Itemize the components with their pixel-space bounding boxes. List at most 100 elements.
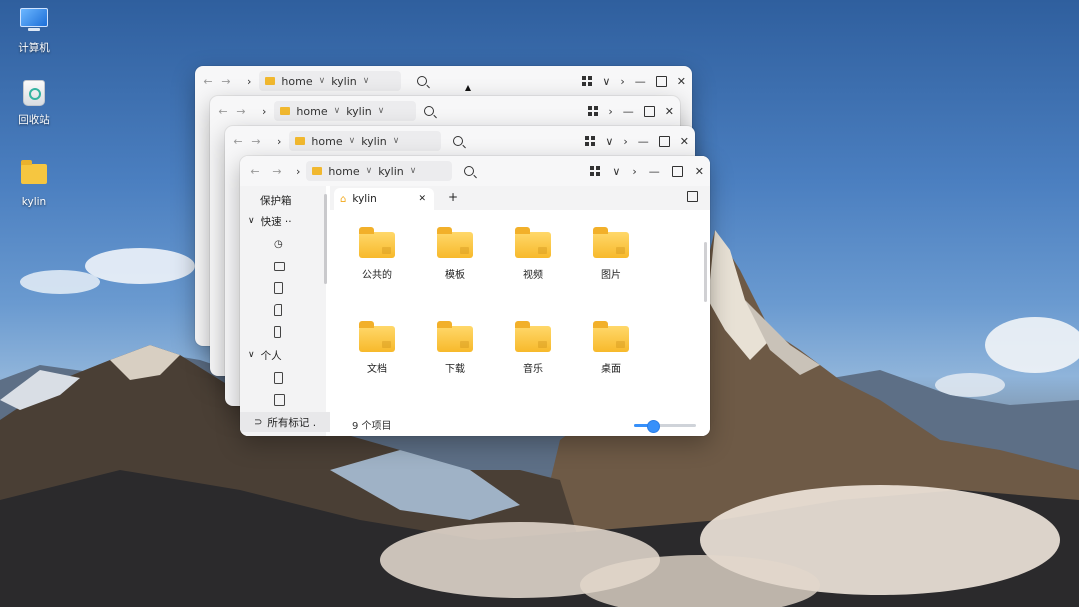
folder-icon [593, 227, 629, 258]
more-icon[interactable]: › [623, 135, 627, 148]
folder-icon [280, 107, 291, 115]
new-tab-button[interactable]: + [448, 190, 458, 204]
chevron-right-icon: › [262, 104, 267, 118]
trash-icon [274, 282, 283, 294]
monitor-icon [274, 261, 285, 271]
main-scrollbar[interactable] [704, 242, 707, 302]
maximize-icon[interactable] [643, 105, 655, 117]
folder-pictures[interactable]: 图片 [581, 227, 641, 281]
folder-label: 图片 [601, 270, 621, 281]
back-arrow-icon[interactable]: ← [229, 135, 247, 148]
breadcrumb-home[interactable]: home [311, 135, 342, 148]
close-tab-icon[interactable]: ✕ [418, 194, 426, 204]
maximize-icon[interactable] [658, 135, 670, 147]
folder-downloads[interactable]: 下载 [425, 321, 485, 375]
breadcrumb[interactable]: home ∨ kylin ∨ [289, 131, 442, 151]
close-icon[interactable]: ✕ [680, 135, 689, 148]
search-icon[interactable] [464, 166, 475, 176]
maximize-icon[interactable] [655, 75, 667, 87]
minimize-icon[interactable]: — [649, 165, 660, 178]
desktop-icon-computer[interactable]: 计算机 [4, 6, 64, 55]
grid-view-icon[interactable] [585, 136, 596, 146]
more-icon[interactable]: › [632, 165, 636, 178]
maximize-icon[interactable] [671, 165, 683, 177]
trash-icon [19, 80, 49, 108]
sidebar-item-label: 快速 ·· [260, 215, 292, 228]
folder-documents[interactable]: 文档 [347, 321, 407, 375]
sidebar-scrollbar[interactable] [324, 194, 327, 284]
minimize-icon[interactable]: — [638, 135, 649, 148]
folder-icon [359, 321, 395, 352]
chevron-down-icon[interactable]: ∨ [602, 75, 610, 88]
folder-videos[interactable]: 视频 [503, 227, 563, 281]
chevron-down-icon[interactable]: ∨ [248, 216, 255, 226]
more-icon[interactable]: › [620, 75, 624, 88]
folder-music[interactable]: 音乐 [503, 321, 563, 375]
chevron-down-icon[interactable]: ∨ [612, 165, 620, 178]
clock-icon: ◷ [274, 238, 283, 250]
breadcrumb-current[interactable]: kylin [346, 105, 372, 118]
forward-arrow-icon[interactable]: → [268, 165, 286, 178]
back-arrow-icon[interactable]: ← [199, 75, 217, 88]
more-icon[interactable]: › [608, 105, 612, 118]
desktop-icon-trash[interactable]: 回收站 [4, 80, 64, 127]
chevron-down-icon[interactable]: ∨ [410, 166, 417, 176]
chevron-down-icon[interactable]: ∨ [605, 135, 613, 148]
sidebar-group-personal[interactable]: ∨ 个人 [240, 345, 334, 365]
breadcrumb[interactable]: home ∨ kylin ∨ [306, 161, 453, 181]
back-arrow-icon[interactable]: ← [214, 105, 232, 118]
desktop-icon-home-folder[interactable]: kylin [4, 160, 64, 208]
folder-public[interactable]: 公共的 [347, 227, 407, 281]
grid-view-icon[interactable] [590, 166, 601, 176]
close-icon[interactable]: ✕ [665, 105, 674, 118]
folder-icon [515, 227, 551, 258]
zoom-slider[interactable] [634, 420, 696, 433]
forward-arrow-icon[interactable]: → [217, 75, 235, 88]
chevron-right-icon[interactable]: › [296, 165, 300, 178]
folder-icon [515, 321, 551, 352]
sidebar-item-all-tags[interactable]: ⊃ 所有标记 . [240, 412, 340, 432]
sidebar-group-quick-access[interactable]: ∨ 快速 ·· [240, 211, 334, 231]
breadcrumb-current[interactable]: kylin [378, 165, 404, 178]
breadcrumb-home[interactable]: home [281, 75, 312, 88]
breadcrumb-home[interactable]: home [296, 105, 327, 118]
folder-label: 公共的 [362, 270, 392, 281]
file-icon [274, 304, 282, 316]
chevron-right-icon: › [277, 134, 282, 148]
chevron-down-icon[interactable]: ∨ [366, 166, 373, 176]
document-icon [274, 326, 281, 338]
close-icon[interactable]: ✕ [695, 165, 704, 178]
chevron-down-icon[interactable]: ∨ [248, 350, 255, 360]
minimize-icon[interactable]: — [635, 75, 646, 88]
zoom-slider-handle[interactable] [646, 420, 660, 433]
split-view-icon[interactable] [687, 191, 698, 202]
back-arrow-icon[interactable]: ← [246, 165, 264, 178]
search-icon[interactable] [453, 136, 464, 146]
tab-kylin[interactable]: ⌂ kylin ✕ [334, 188, 434, 210]
file-manager-window[interactable]: ← → › home ∨ kylin ∨ ∨ › — ✕ 保护箱 ∨ 快速 ··… [240, 156, 710, 436]
breadcrumb-home[interactable]: home [328, 165, 359, 178]
grid-view-icon[interactable] [588, 106, 599, 116]
status-item-count: 9 个项目 [352, 421, 392, 432]
breadcrumb[interactable]: home ∨ kylin ∨ [274, 101, 417, 121]
desktop-icon-label: 计算机 [18, 42, 50, 54]
forward-arrow-icon[interactable]: → [247, 135, 265, 148]
breadcrumb[interactable]: home ∨ kylin ∨ [259, 71, 402, 91]
folder-desktop[interactable]: 桌面 [581, 321, 641, 375]
search-icon[interactable] [424, 106, 435, 116]
folder-label: 桌面 [601, 364, 621, 375]
forward-arrow-icon[interactable]: → [232, 105, 250, 118]
search-icon[interactable] [417, 76, 428, 86]
chevron-down-icon: ∨ [333, 106, 341, 116]
breadcrumb-current[interactable]: kylin [331, 75, 357, 88]
chevron-down-icon: ∨ [318, 76, 326, 86]
tag-icon: ⊃ [254, 416, 263, 428]
breadcrumb-current[interactable]: kylin [361, 135, 387, 148]
desktop-icon-label: 回收站 [18, 114, 50, 126]
tab-label: kylin [352, 193, 377, 205]
grid-view-icon[interactable] [582, 76, 593, 86]
folder-templates[interactable]: 模板 [425, 227, 485, 281]
close-icon[interactable]: ✕ [677, 75, 686, 88]
minimize-icon[interactable]: — [623, 105, 634, 118]
folder-icon [359, 227, 395, 258]
